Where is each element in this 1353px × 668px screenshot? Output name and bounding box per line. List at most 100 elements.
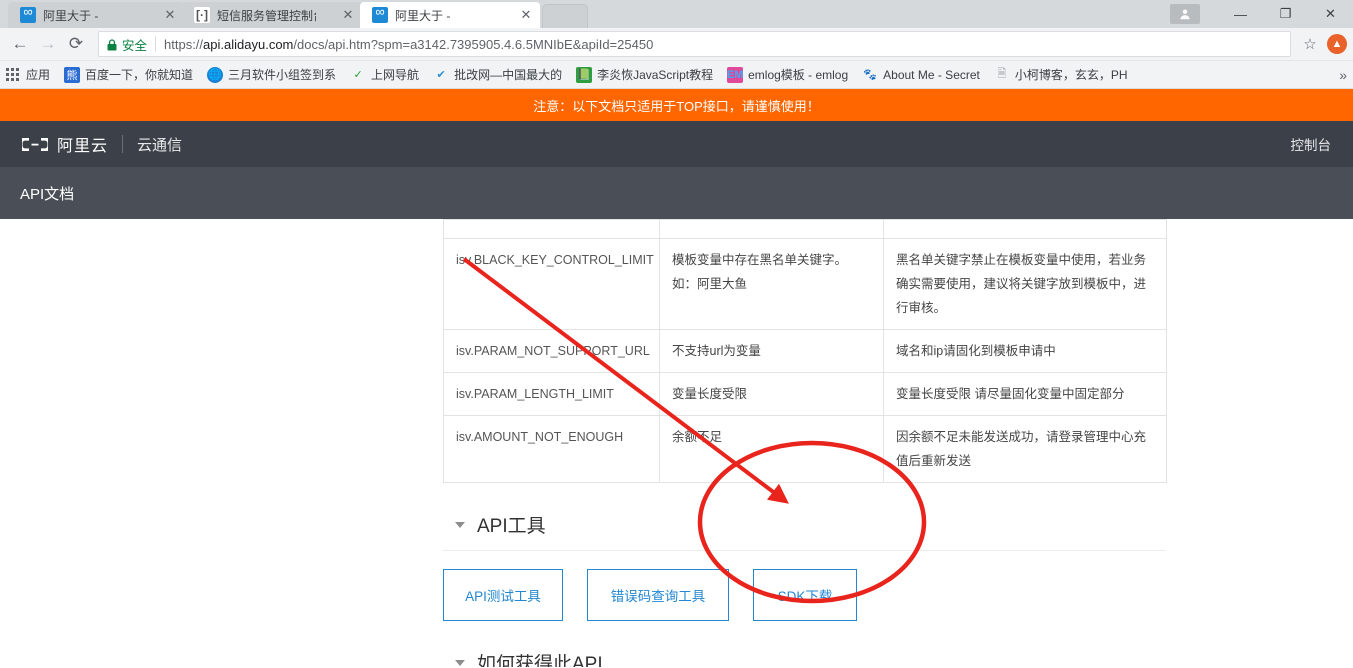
apps-shortcut[interactable]: 应用 (6, 66, 50, 83)
close-window-button[interactable]: ✕ (1308, 0, 1353, 28)
browser-tab-2[interactable]: [·] 短信服务管理控制台 ✕ (182, 2, 362, 28)
bookmark-item[interactable]: EM emlog模板 - emlog (727, 66, 848, 83)
error-desc-cell: 变量长度受限 (659, 372, 884, 416)
minimize-button[interactable]: — (1218, 0, 1263, 28)
check-icon: ✔ (436, 69, 446, 81)
page-icon: 🗎 (997, 68, 1007, 80)
bookmark-item[interactable]: 🐾 About Me - Secret (862, 67, 980, 83)
bookmark-label: emlog模板 - emlog (748, 68, 849, 82)
section-title: API工具 (477, 516, 546, 537)
tab-strip: 阿里大于 - ✕ [·] 短信服务管理控制台 ✕ 阿里大于 - ✕ — ❐ ✕ (0, 0, 1353, 28)
error-desc-cell: 不支持url为变量 (659, 329, 884, 373)
bookmark-item[interactable]: 熊 百度一下，你就知道 (64, 66, 193, 83)
emlog-icon: EM (727, 66, 744, 83)
lock-icon (107, 38, 117, 51)
tab-close-icon[interactable]: ✕ (162, 7, 178, 23)
header-divider (122, 135, 124, 153)
url-scheme: https:// (164, 36, 204, 52)
aliyun-logo[interactable]: 阿里云 (20, 132, 108, 156)
site-header: 阿里云 云通信 控制台 (0, 121, 1353, 167)
table-row: isv.PARAM_NOT_SUPPORT_URL 不支持url为变量 域名和i… (443, 329, 1167, 373)
error-solution-cell: 因余额不足未能发送成功，请登录管理中心充值后重新发送 (883, 415, 1167, 483)
extension-icon[interactable]: ▲ (1327, 34, 1347, 54)
notice-banner: 注意：以下文档只适用于TOP接口，请谨慎使用！ (0, 89, 1353, 121)
bookmark-label: 上网导航 (371, 68, 420, 82)
console-link[interactable]: 控制台 (1291, 121, 1332, 167)
browser-toolbar: ← → ⟳ 安全 https://api.alidayu.com/docs/ap… (0, 28, 1353, 61)
error-code-cell: isv.PARAM_NOT_SUPPORT_URL (443, 329, 660, 373)
bookmark-item[interactable]: 🗎 小柯博客，玄玄，PH (994, 66, 1128, 83)
how-to-get-api-header[interactable]: 如何获得此API (443, 649, 1166, 667)
bookmark-star-icon[interactable]: ☆ (1297, 35, 1323, 53)
table-row: isv.AMOUNT_NOT_ENOUGH 余额不足 因余额不足未能发送成功，请… (443, 415, 1167, 483)
apps-grid-icon (6, 67, 20, 82)
error-solution-cell: 域名和ip请固化到模板申请中 (883, 329, 1167, 373)
product-label: 云通信 (137, 136, 183, 154)
document-column: isv.BLACK_KEY_CONTROL_LIMIT 模板变量中存在黑名单关键… (443, 219, 1167, 667)
api-doc-title: API文档 (20, 185, 75, 203)
error-desc-cell: 模板变量中存在黑名单关键字。如：阿里大鱼 (659, 238, 884, 330)
tab-close-icon[interactable]: ✕ (518, 7, 534, 23)
chevron-down-icon[interactable] (455, 521, 465, 528)
omnibox-divider (155, 36, 157, 52)
browser-tab-1[interactable]: 阿里大于 - ✕ (8, 2, 184, 28)
chevron-down-icon[interactable] (455, 659, 465, 666)
page-viewport: 注意：以下文档只适用于TOP接口，请谨慎使用！ 阿里云 云通信 控制台 API文… (0, 89, 1353, 667)
sub-navigation: API文档 (0, 167, 1353, 219)
bookmarks-overflow-icon[interactable]: » (1331, 61, 1347, 88)
error-code-cell: isv.PARAM_LENGTH_LIMIT (443, 372, 660, 416)
bookmark-label: 百度一下，你就知道 (85, 68, 194, 82)
forward-icon[interactable]: → (34, 30, 62, 58)
profile-avatar-icon[interactable] (1170, 4, 1200, 24)
apps-label: 应用 (26, 68, 51, 82)
bookmark-label: 李炎恢JavaScript教程 (597, 68, 714, 82)
sdk-download-button[interactable]: SDK下载 (753, 569, 857, 621)
sms-console-icon: [·] (194, 7, 210, 23)
section-title: 如何获得此API (477, 654, 603, 667)
table-row: isv.PARAM_LENGTH_LIMIT 变量长度受限 变量长度受限 请尽量… (443, 372, 1167, 416)
book-icon: 📗 (576, 66, 593, 83)
bookmark-item[interactable]: 🌐 三月软件小组签到系 (207, 66, 336, 83)
bookmark-item[interactable]: ✔ 批改网—中国最大的 (433, 66, 562, 83)
api-test-tool-button[interactable]: API测试工具 (443, 569, 563, 621)
tab-title: 短信服务管理控制台 (217, 8, 316, 23)
address-bar[interactable]: 安全 https://api.alidayu.com/docs/api.htm?… (98, 31, 1291, 57)
bookmark-label: 三月软件小组签到系 (228, 68, 337, 82)
api-tools-section: API工具 API测试工具 错误码查询工具 SDK下载 (443, 511, 1166, 621)
error-solution-cell: 变量长度受限 请尽量固化变量中固定部分 (883, 372, 1167, 416)
browser-tab-3-active[interactable]: 阿里大于 - ✕ (360, 2, 540, 28)
error-code-cell: isv.BLACK_KEY_CONTROL_LIMIT (443, 238, 660, 330)
maximize-button[interactable]: ❐ (1263, 0, 1308, 28)
hao123-icon: ✓ (353, 69, 363, 81)
bookmark-label: About Me - Secret (883, 67, 980, 82)
table-row: isv.BLACK_KEY_CONTROL_LIMIT 模板变量中存在黑名单关键… (443, 238, 1167, 330)
browser-window: 阿里大于 - ✕ [·] 短信服务管理控制台 ✕ 阿里大于 - ✕ — ❐ ✕ (0, 0, 1353, 668)
table-row-clipped (443, 219, 1167, 239)
how-to-get-api-section: 如何获得此API 拥有此API的权限组 可获得/可申请此API权限组的应用类型 (443, 649, 1166, 667)
document-body: isv.BLACK_KEY_CONTROL_LIMIT 模板变量中存在黑名单关键… (0, 219, 1353, 667)
bookmark-label: 批改网—中国最大的 (454, 68, 563, 82)
tab-title: 阿里大于 - (395, 8, 451, 23)
bookmark-label: 小柯博客，玄玄，PH (1014, 68, 1128, 82)
aliyun-mark-icon (20, 136, 50, 153)
url-text: https://api.alidayu.com/docs/api.htm?spm… (164, 37, 653, 52)
api-tools-buttons: API测试工具 错误码查询工具 SDK下载 (443, 551, 1166, 621)
back-icon[interactable]: ← (6, 30, 34, 58)
error-code-cell: isv.AMOUNT_NOT_ENOUGH (443, 415, 660, 483)
url-domain: api.alidayu.com (203, 36, 294, 52)
baidu-icon: 熊 (64, 66, 81, 83)
reload-icon[interactable]: ⟳ (62, 30, 90, 58)
bookmark-item[interactable]: ✓ 上网导航 (350, 66, 419, 83)
alidayu-icon (20, 4, 36, 23)
error-code-lookup-button[interactable]: 错误码查询工具 (587, 569, 729, 621)
bookmark-item[interactable]: 📗 李炎恢JavaScript教程 (576, 66, 713, 83)
error-desc-cell: 余额不足 (659, 415, 884, 483)
api-tools-header[interactable]: API工具 (443, 511, 1166, 551)
totoro-icon: 🐾 (863, 69, 877, 81)
error-code-table: isv.BLACK_KEY_CONTROL_LIMIT 模板变量中存在黑名单关键… (443, 219, 1167, 483)
bookmarks-bar: 应用 熊 百度一下，你就知道 🌐 三月软件小组签到系 ✓ 上网导航 ✔ 批改网—… (0, 61, 1353, 89)
new-tab-button[interactable] (542, 4, 588, 28)
window-controls: — ❐ ✕ (1170, 0, 1353, 28)
tab-close-icon[interactable]: ✕ (340, 7, 356, 23)
tab-title: 阿里大于 - (43, 8, 99, 23)
